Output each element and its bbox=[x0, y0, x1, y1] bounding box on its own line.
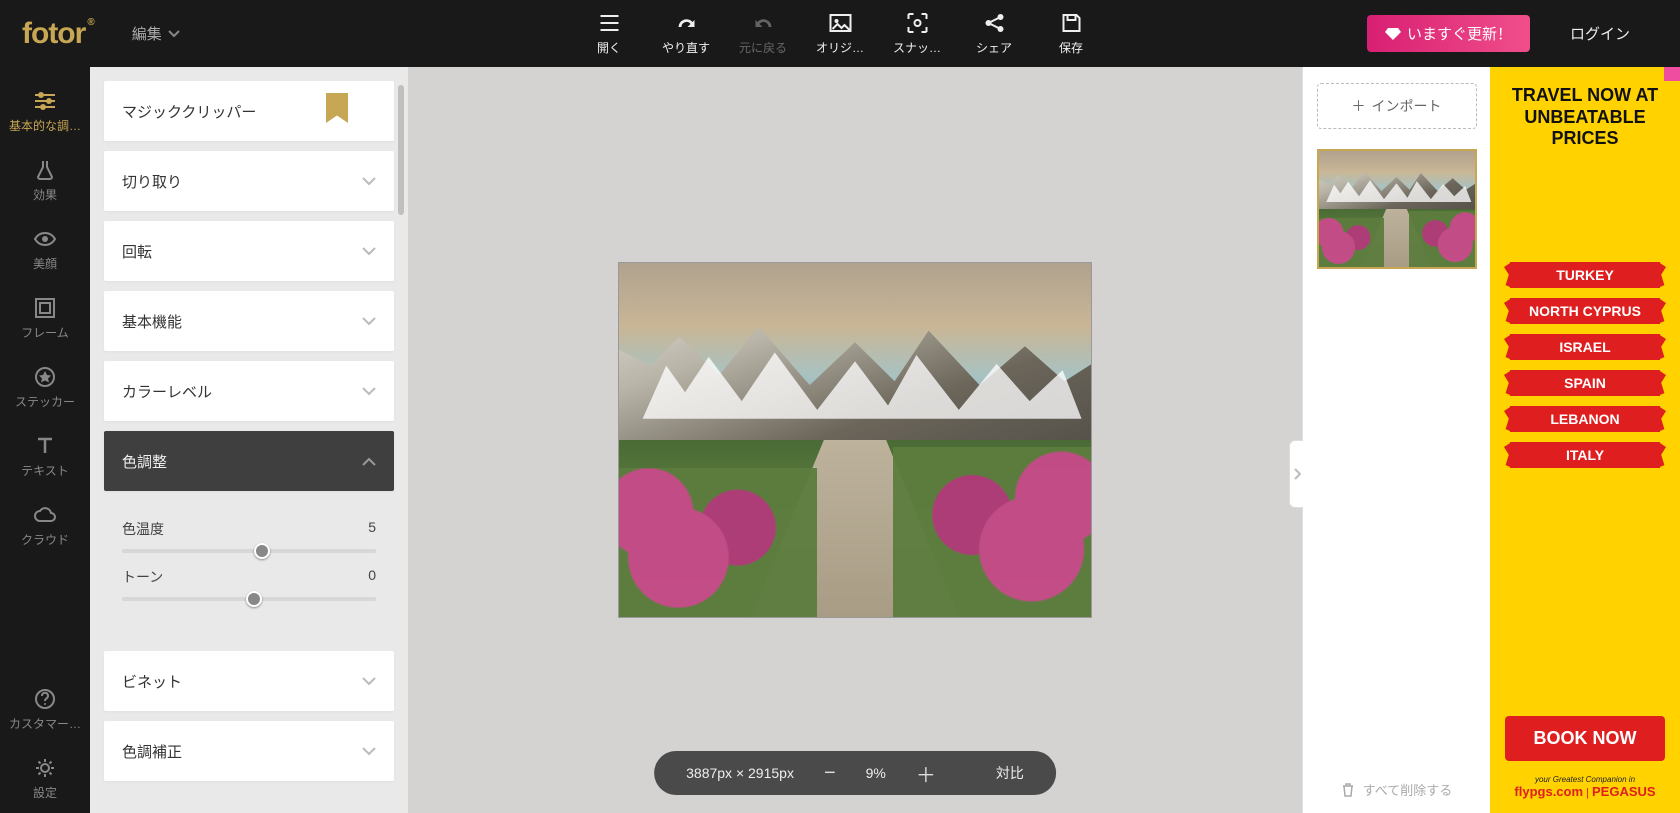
accordion-magic-clipper[interactable]: マジッククリッパー bbox=[104, 81, 394, 141]
color-adjust-controls: 色温度 5 トーン 0 bbox=[104, 501, 394, 623]
cloud-icon bbox=[33, 503, 57, 527]
delete-all-button[interactable]: すべて削除する bbox=[1303, 780, 1490, 799]
accordion-color-correction[interactable]: 色調補正 bbox=[104, 721, 394, 781]
frame-icon bbox=[33, 296, 57, 320]
share-button[interactable]: シェア bbox=[956, 11, 1033, 56]
snapshot-button[interactable]: スナッ… bbox=[879, 11, 956, 56]
help-icon bbox=[33, 687, 57, 711]
ad-destination[interactable]: LEBANON bbox=[1510, 406, 1660, 432]
rail-effect[interactable]: 効果 bbox=[0, 146, 90, 215]
chevron-down-icon bbox=[168, 30, 180, 38]
open-button[interactable]: 開く bbox=[571, 11, 648, 56]
accordion-vignette[interactable]: ビネット bbox=[104, 651, 394, 711]
chevron-up-icon bbox=[362, 457, 376, 466]
ad-headline: TRAVEL NOW AT UNBEATABLE PRICES bbox=[1500, 85, 1670, 150]
redo-icon bbox=[674, 11, 698, 35]
accordion-basic-functions[interactable]: 基本機能 bbox=[104, 291, 394, 351]
accordion-rotate[interactable]: 回転 bbox=[104, 221, 394, 281]
rail-sticker[interactable]: ステッカー bbox=[0, 353, 90, 422]
tone-label: トーン bbox=[122, 567, 163, 587]
canvas-image[interactable] bbox=[618, 262, 1092, 618]
ad-footer: your Greatest Companion in flypgs.com | … bbox=[1514, 775, 1655, 799]
collapse-handle[interactable] bbox=[1289, 440, 1303, 508]
temperature-label: 色温度 bbox=[122, 519, 164, 539]
trash-icon bbox=[1341, 782, 1355, 798]
zoom-level: 9% bbox=[866, 765, 886, 781]
chevron-down-icon bbox=[362, 747, 376, 756]
text-icon bbox=[33, 434, 57, 458]
snapshot-icon bbox=[905, 11, 929, 35]
ad-close-icon[interactable] bbox=[1664, 67, 1680, 81]
compare-button[interactable]: 対比 bbox=[996, 763, 1024, 783]
premium-ribbon-icon bbox=[326, 93, 348, 123]
rail-basic[interactable]: 基本的な調… bbox=[0, 77, 90, 146]
flask-icon bbox=[33, 158, 57, 182]
undo-button: 元に戻る bbox=[725, 11, 802, 56]
top-bar: fotor® 編集 開く やり直す 元に戻る オリジ… スナッ… シェア bbox=[0, 0, 1680, 67]
thumbnail-panel: ＋ インポート すべて削除する bbox=[1302, 67, 1490, 813]
redo-button[interactable]: やり直す bbox=[648, 11, 725, 56]
ad-destination[interactable]: ISRAEL bbox=[1510, 334, 1660, 360]
temperature-slider[interactable] bbox=[122, 549, 376, 553]
plus-icon: ＋ bbox=[1352, 96, 1366, 116]
panel-scrollbar[interactable] bbox=[398, 85, 404, 215]
login-link[interactable]: ログイン bbox=[1570, 23, 1630, 44]
save-button[interactable]: 保存 bbox=[1033, 11, 1110, 56]
zoom-out-button[interactable]: − bbox=[824, 762, 836, 785]
chevron-down-icon bbox=[362, 177, 376, 186]
rail-cloud[interactable]: クラウド bbox=[0, 491, 90, 560]
sliders-icon bbox=[33, 89, 57, 113]
tool-rail: 基本的な調… 効果 美顔 フレーム ステッカー テキスト クラウド bbox=[0, 67, 90, 813]
options-panel: マジッククリッパー 切り取り 回転 基本機能 カラーレベル 色調整 bbox=[90, 67, 408, 813]
zoom-in-button[interactable]: ＋ bbox=[916, 759, 936, 788]
top-tools: 開く やり直す 元に戻る オリジ… スナッ… シェア 保存 bbox=[571, 11, 1110, 56]
accordion-crop[interactable]: 切り取り bbox=[104, 151, 394, 211]
image-dimensions: 3887px × 2915px bbox=[686, 765, 794, 781]
import-button[interactable]: ＋ インポート bbox=[1317, 83, 1477, 129]
accordion-color-adjust[interactable]: 色調整 bbox=[104, 431, 394, 491]
canvas-area: 3887px × 2915px − 9% ＋ 対比 bbox=[408, 67, 1302, 813]
chevron-down-icon bbox=[362, 247, 376, 256]
diamond-icon bbox=[1385, 27, 1401, 41]
ad-banner: TRAVEL NOW AT UNBEATABLE PRICES TURKEY N… bbox=[1490, 67, 1680, 813]
accordion-color-level[interactable]: カラーレベル bbox=[104, 361, 394, 421]
rail-text[interactable]: テキスト bbox=[0, 422, 90, 491]
tone-value: 0 bbox=[368, 567, 376, 587]
rail-customer[interactable]: カスタマー… bbox=[0, 675, 90, 744]
tone-slider[interactable] bbox=[122, 597, 376, 601]
rail-settings[interactable]: 設定 bbox=[0, 744, 90, 813]
zoom-bar: 3887px × 2915px − 9% ＋ 対比 bbox=[654, 751, 1056, 795]
rail-frame[interactable]: フレーム bbox=[0, 284, 90, 353]
upgrade-button[interactable]: いますぐ更新！ bbox=[1367, 15, 1530, 52]
chevron-down-icon bbox=[362, 387, 376, 396]
gear-icon bbox=[33, 756, 57, 780]
thumbnail-item[interactable] bbox=[1317, 149, 1477, 269]
eye-icon bbox=[33, 227, 57, 251]
temperature-value: 5 bbox=[368, 519, 376, 539]
share-icon bbox=[982, 11, 1006, 35]
chevron-down-icon bbox=[362, 317, 376, 326]
image-icon bbox=[828, 11, 852, 35]
save-icon bbox=[1059, 11, 1083, 35]
edit-menu[interactable]: 編集 bbox=[132, 23, 180, 44]
logo: fotor® bbox=[22, 17, 94, 51]
chevron-down-icon bbox=[362, 677, 376, 686]
ad-destination[interactable]: SPAIN bbox=[1510, 370, 1660, 396]
ad-destination[interactable]: ITALY bbox=[1510, 442, 1660, 468]
ad-destination[interactable]: TURKEY bbox=[1510, 262, 1660, 288]
ad-cta-button[interactable]: BOOK NOW bbox=[1505, 716, 1665, 761]
menu-icon bbox=[597, 11, 621, 35]
original-button[interactable]: オリジ… bbox=[802, 11, 879, 56]
rail-beauty[interactable]: 美顔 bbox=[0, 215, 90, 284]
ad-destination[interactable]: NORTH CYPRUS bbox=[1510, 298, 1660, 324]
undo-icon bbox=[751, 11, 775, 35]
star-icon bbox=[33, 365, 57, 389]
